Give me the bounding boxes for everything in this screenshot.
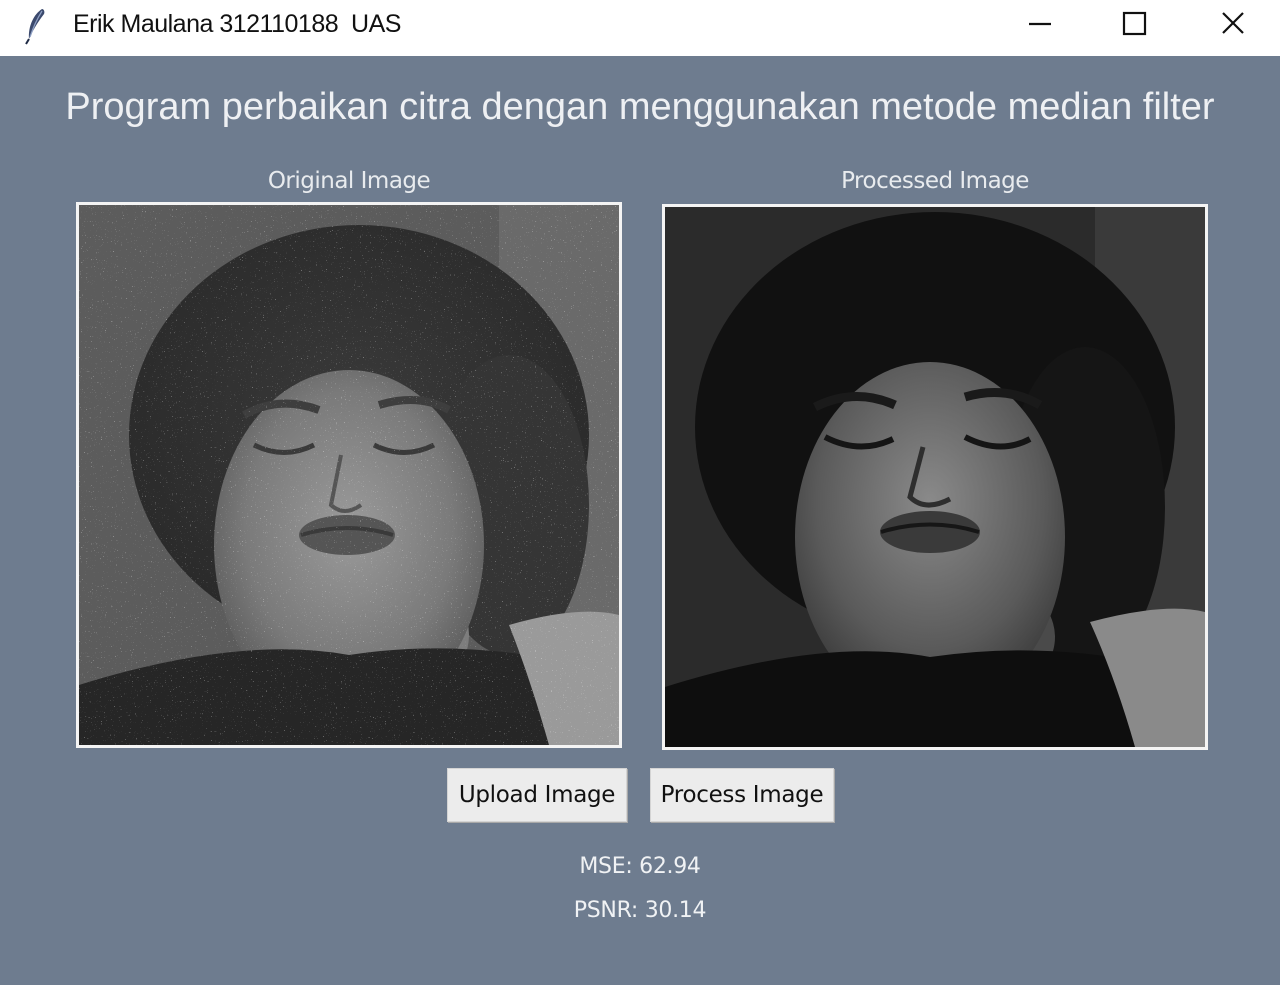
feather-icon [25,9,45,45]
original-image [76,202,622,748]
process-image-button[interactable]: Process Image [650,768,834,822]
close-button[interactable] [1188,0,1278,50]
close-icon [1222,12,1244,34]
maximize-icon [1122,11,1147,36]
minimize-button[interactable] [995,0,1085,50]
maximize-button[interactable] [1090,0,1180,50]
upload-image-button[interactable]: Upload Image [447,768,627,822]
mse-value: MSE: 62.94 [579,854,701,879]
psnr-value: PSNR: 30.14 [573,898,707,923]
original-image-label: Original Image [267,168,431,194]
window-title: Erik Maulana 312110188 UAS [73,10,401,38]
processed-image-label: Processed Image [841,168,1029,194]
processed-image [662,204,1208,750]
app-window: Erik Maulana 312110188 UAS Program perba… [0,0,1280,985]
title-bar[interactable]: Erik Maulana 312110188 UAS [0,0,1280,56]
page-title: Program perbaikan citra dengan menggunak… [65,86,1215,128]
minimize-icon [1029,22,1051,26]
